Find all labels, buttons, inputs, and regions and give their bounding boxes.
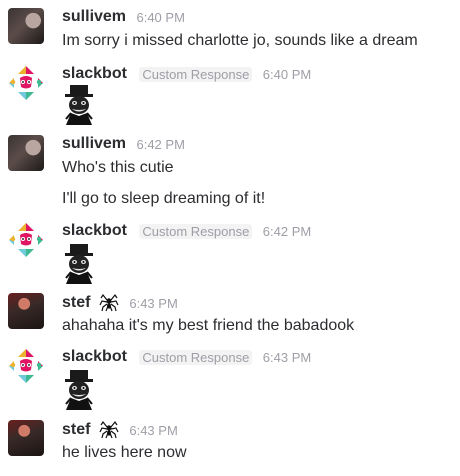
custom-response-badge: Custom Response (139, 223, 253, 239)
message-item: slackbot Custom Response 6:40 PM (0, 65, 460, 125)
timestamp[interactable]: 6:40 PM (263, 67, 311, 82)
avatar[interactable] (8, 293, 44, 329)
slackbot-avatar[interactable] (8, 348, 44, 384)
username[interactable]: slackbot (62, 348, 127, 365)
babadook-emoji (62, 244, 96, 284)
avatar[interactable] (8, 135, 44, 171)
timestamp[interactable]: 6:42 PM (263, 224, 311, 239)
message-text: Im sorry i missed charlotte jo, sounds l… (62, 32, 418, 49)
message-header: slackbot Custom Response 6:40 PM (62, 65, 311, 85)
message-header: sullivem 6:42 PM (62, 135, 185, 155)
message-text: I'll go to sleep dreaming of it! (62, 190, 266, 207)
message-header: stef 6:43 PM (62, 420, 178, 440)
message-header: slackbot Custom Response 6:42 PM (62, 222, 311, 242)
message-item: stef 6:43 PM ahahaha it's my best friend… (0, 293, 460, 341)
timestamp[interactable]: 6:43 PM (263, 350, 311, 365)
message-item: slackbot Custom Response 6:42 PM (0, 222, 460, 282)
message-text: ahahaha it's my best friend the babadook (62, 317, 355, 334)
username[interactable]: sullivem (62, 8, 126, 25)
spider-icon (99, 420, 119, 440)
custom-response-badge: Custom Response (139, 66, 253, 82)
custom-response-badge: Custom Response (139, 349, 253, 365)
avatar[interactable] (8, 8, 44, 44)
message-item: slackbot Custom Response 6:43 PM (0, 348, 460, 408)
slackbot-avatar[interactable] (8, 65, 44, 101)
babadook-emoji (62, 85, 96, 125)
message-text: Who's this cutie (62, 159, 174, 176)
timestamp[interactable]: 6:43 PM (129, 423, 177, 438)
message-item: stef 6:43 PM he lives here now (0, 420, 460, 468)
message-header: stef 6:43 PM (62, 293, 178, 313)
username[interactable]: slackbot (62, 222, 127, 239)
message-item: sullivem 6:42 PM Who's this cutie I'll g… (0, 135, 460, 215)
timestamp[interactable]: 6:42 PM (136, 137, 184, 152)
username[interactable]: sullivem (62, 135, 126, 152)
timestamp[interactable]: 6:43 PM (129, 296, 177, 311)
username[interactable]: stef (62, 421, 90, 438)
username[interactable]: stef (62, 294, 90, 311)
avatar[interactable] (8, 420, 44, 456)
timestamp[interactable]: 6:40 PM (136, 10, 184, 25)
spider-icon (99, 293, 119, 313)
message-header: slackbot Custom Response 6:43 PM (62, 348, 311, 368)
slackbot-avatar[interactable] (8, 222, 44, 258)
babadook-emoji (62, 370, 96, 410)
message-header: sullivem 6:40 PM (62, 8, 185, 28)
username[interactable]: slackbot (62, 65, 127, 82)
message-item: sullivem 6:40 PM Im sorry i missed charl… (0, 8, 460, 56)
message-text: he lives here now (62, 444, 187, 461)
